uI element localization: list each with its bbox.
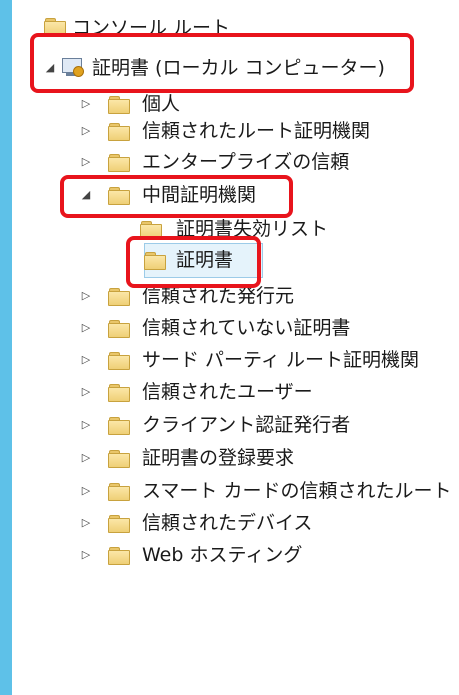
tree-node-trusted-devices[interactable]: ▷ 信頼されたデバイス — [12, 506, 432, 540]
folder-icon — [108, 547, 130, 565]
triangle-down-icon[interactable]: ◢ — [44, 51, 56, 85]
folder-icon — [108, 352, 130, 370]
triangle-right-icon[interactable]: ▷ — [80, 441, 92, 475]
tree-node-label: 信頼されたユーザー — [142, 381, 313, 403]
tree-node-client-auth[interactable]: ▷ クライアント認証発行者 — [12, 408, 432, 442]
tree-node-label: 中間証明機関 — [142, 184, 257, 206]
console-tree: コンソール ルート ◢ 証明書 (ローカル コンピューター) ▷ 個人 ▷ 信頼… — [12, 0, 459, 695]
triangle-right-icon[interactable]: ▷ — [80, 343, 92, 377]
folder-icon — [108, 154, 130, 172]
tree-node-crl[interactable]: 証明書失効リスト — [12, 212, 432, 246]
tree-node-trusted-people[interactable]: ▷ 信頼されたユーザー — [12, 375, 432, 409]
tree-node-label: サード パーティ ルート証明機関 — [142, 349, 419, 371]
tree-node-cert-store[interactable]: ◢ 証明書 (ローカル コンピューター) — [12, 51, 432, 85]
folder-icon — [108, 384, 130, 402]
tree-node-enterprise-trust[interactable]: ▷ エンタープライズの信頼 — [12, 145, 432, 179]
left-pane-edge — [0, 0, 12, 695]
tree-node-label: 信頼されたデバイス — [142, 512, 313, 534]
folder-icon — [108, 450, 130, 468]
triangle-right-icon[interactable]: ▷ — [80, 311, 92, 345]
folder-icon — [108, 417, 130, 435]
tree-node-certificates[interactable]: 証明書 — [12, 243, 432, 277]
tree-node-label: クライアント認証発行者 — [142, 414, 351, 436]
triangle-right-icon[interactable]: ▷ — [80, 145, 92, 179]
tree-node-label: 証明書失効リスト — [176, 218, 329, 240]
triangle-right-icon[interactable]: ▷ — [80, 375, 92, 409]
tree-node-untrusted[interactable]: ▷ 信頼されていない証明書 — [12, 311, 432, 345]
folder-icon — [108, 515, 130, 533]
tree-node-third-party-root[interactable]: ▷ サード パーティ ルート証明機関 — [12, 343, 432, 377]
tree-node-enrollment-requests[interactable]: ▷ 証明書の登録要求 — [12, 441, 432, 475]
tree-node-label: スマート カードの信頼されたルート — [142, 480, 452, 502]
triangle-right-icon[interactable]: ▷ — [80, 506, 92, 540]
folder-icon — [108, 288, 130, 306]
triangle-right-icon[interactable]: ▷ — [80, 538, 92, 572]
folder-icon — [108, 320, 130, 338]
triangle-right-icon[interactable]: ▷ — [80, 474, 92, 508]
tree-node-smart-card-root[interactable]: ▷ スマート カードの信頼されたルート — [12, 474, 452, 508]
tree-node-web-hosting[interactable]: ▷ Web ホスティング — [12, 538, 432, 572]
folder-icon — [144, 252, 166, 270]
tree-node-label: 証明書 — [176, 249, 234, 271]
triangle-right-icon[interactable]: ▷ — [80, 408, 92, 442]
tree-root[interactable]: コンソール ルート — [44, 10, 230, 44]
triangle-right-icon[interactable]: ▷ — [80, 279, 92, 313]
tree-node-label: 信頼された発行元 — [142, 285, 295, 307]
triangle-right-icon[interactable]: ▷ — [80, 114, 92, 148]
certificate-store-icon — [62, 58, 84, 78]
tree-root-label: コンソール ルート — [72, 16, 231, 39]
folder-icon — [108, 96, 130, 114]
folder-icon — [140, 221, 162, 239]
tree-node-label: 信頼されたルート証明機関 — [142, 120, 371, 142]
tree-node-label: エンタープライズの信頼 — [142, 151, 350, 173]
folder-icon — [108, 483, 130, 501]
tree-node-label: 証明書の登録要求 — [142, 447, 295, 469]
triangle-down-icon[interactable]: ◢ — [80, 178, 92, 212]
tree-node-trusted-publishers[interactable]: ▷ 信頼された発行元 — [12, 279, 432, 313]
tree-node-label: Web ホスティング — [142, 544, 303, 566]
folder-icon — [44, 18, 66, 36]
tree-node-trusted-root[interactable]: ▷ 信頼されたルート証明機関 — [12, 114, 432, 148]
folder-icon — [108, 123, 130, 141]
tree-node-label: 証明書 (ローカル コンピューター) — [92, 57, 385, 79]
tree-node-label: 信頼されていない証明書 — [142, 317, 351, 339]
folder-icon — [108, 187, 130, 205]
tree-node-intermediate-ca[interactable]: ◢ 中間証明機関 — [12, 178, 432, 212]
